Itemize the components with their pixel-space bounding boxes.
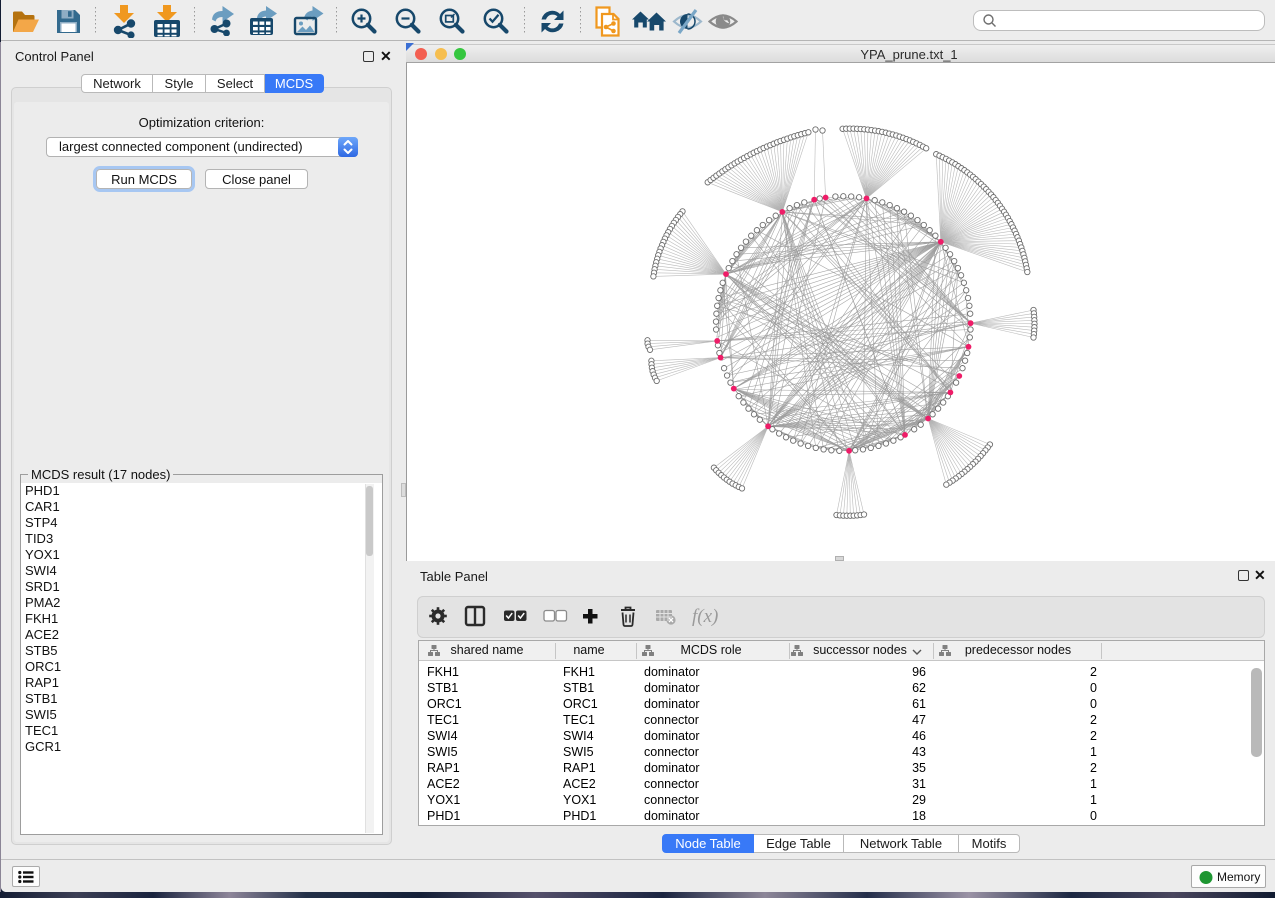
svg-text:f(x): f(x): [692, 606, 718, 627]
